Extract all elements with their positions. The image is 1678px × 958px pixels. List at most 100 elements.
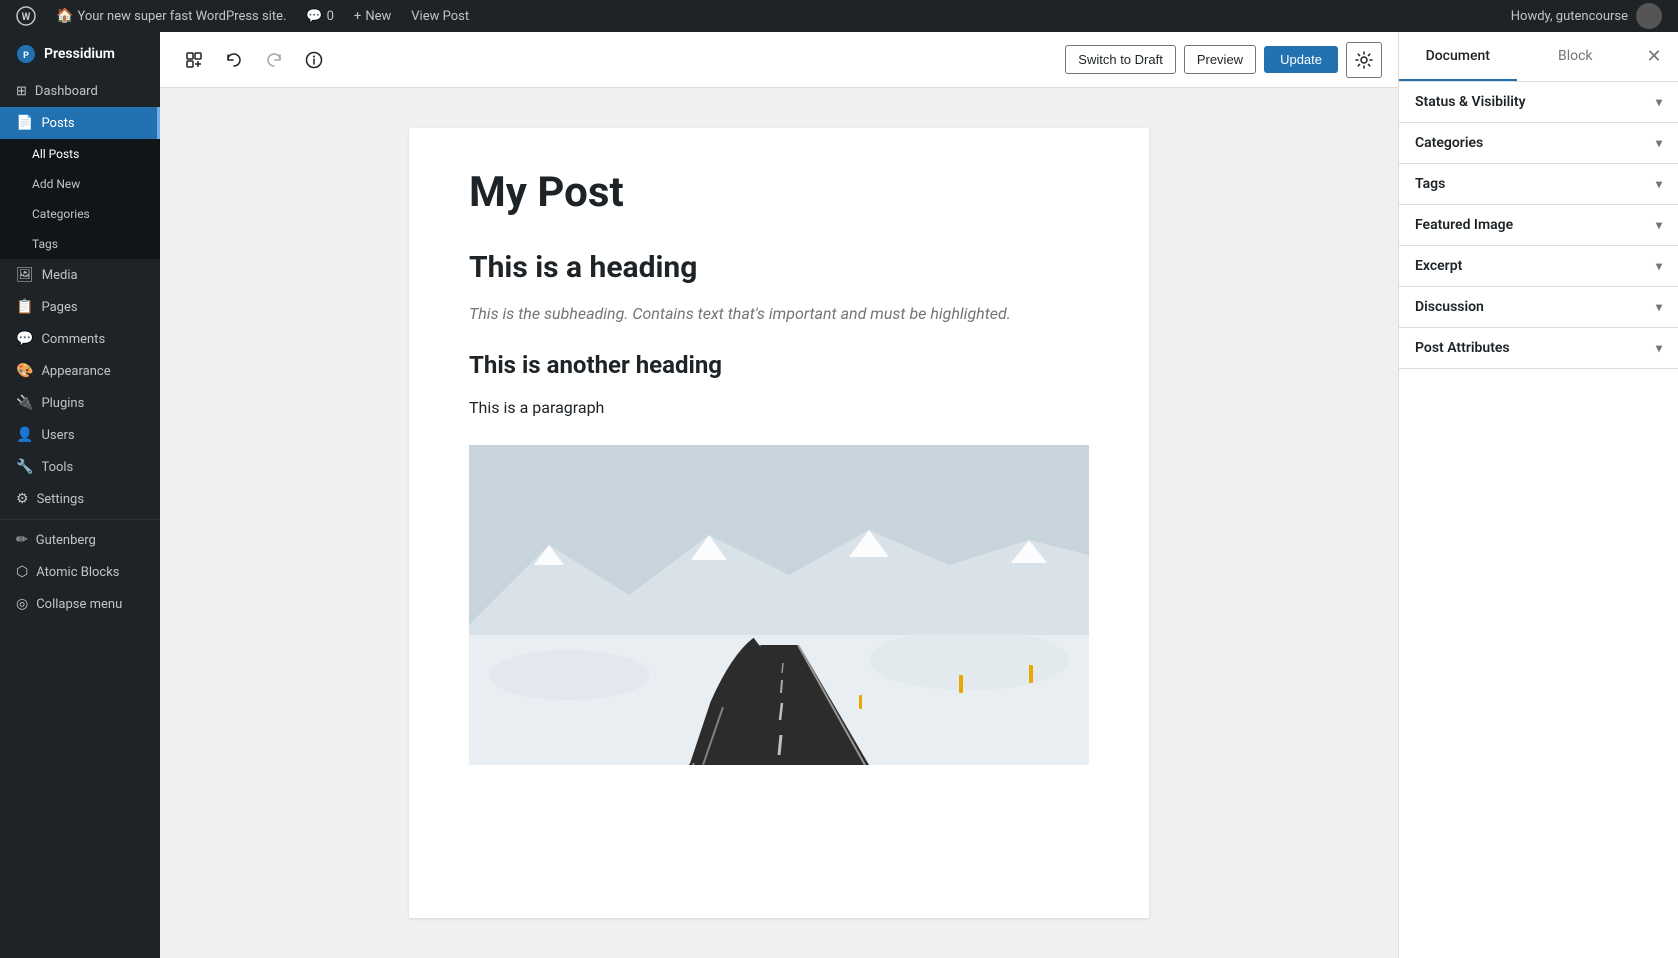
plus-icon: + [354,9,361,24]
sidebar-label-media: Media [42,268,78,283]
comments-count: 0 [327,9,334,24]
sidebar-site-name: Pressidium [44,46,115,62]
section-categories: Categories ▾ [1399,123,1678,164]
sidebar-label-add-new: Add New [32,177,80,191]
sidebar-label-appearance: Appearance [41,364,110,379]
post-attributes-label: Post Attributes [1415,340,1510,356]
post-attributes-chevron: ▾ [1656,341,1662,355]
tab-block[interactable]: Block [1517,32,1635,81]
settings-button[interactable] [1346,42,1382,78]
excerpt-chevron: ▾ [1656,259,1662,273]
update-button[interactable]: Update [1264,46,1338,73]
sidebar-item-tags[interactable]: Tags [0,229,160,259]
sidebar-item-settings[interactable]: ⚙ Settings [0,483,160,515]
post-heading-1[interactable]: This is a heading [469,250,1089,285]
excerpt-header[interactable]: Excerpt ▾ [1399,246,1678,286]
redo-button[interactable] [256,42,292,78]
tab-document[interactable]: Document [1399,32,1517,81]
section-discussion: Discussion ▾ [1399,287,1678,328]
sidebar-label-pages: Pages [41,300,77,315]
wordpress-logo-icon: W [16,6,36,26]
editor-content: My Post This is a heading This is the su… [160,88,1398,958]
appearance-icon: 🎨 [16,363,33,379]
sidebar-item-tools[interactable]: 🔧 Tools [0,451,160,483]
discussion-header[interactable]: Discussion ▾ [1399,287,1678,327]
sidebar-item-pages[interactable]: 📋 Pages [0,291,160,323]
preview-button[interactable]: Preview [1184,45,1256,74]
tags-header[interactable]: Tags ▾ [1399,164,1678,204]
toolbar-left [176,42,1057,78]
discussion-chevron: ▾ [1656,300,1662,314]
undo-icon [225,51,243,69]
sidebar-item-categories[interactable]: Categories [0,199,160,229]
undo-button[interactable] [216,42,252,78]
plugins-icon: 🔌 [16,395,33,411]
sidebar-item-all-posts[interactable]: All Posts [0,139,160,169]
comments-link[interactable]: 💬 0 [298,0,342,32]
sidebar-item-comments[interactable]: 💬 Comments [0,323,160,355]
status-visibility-chevron: ▾ [1656,95,1662,109]
post-paragraph[interactable]: This is a paragraph [469,395,1089,421]
sidebar-item-users[interactable]: 👤 Users [0,419,160,451]
status-visibility-header[interactable]: Status & Visibility ▾ [1399,82,1678,122]
gutenberg-icon: ✏ [16,532,28,548]
sidebar-label-atomic-blocks: Atomic Blocks [36,565,119,580]
redo-icon [265,51,283,69]
discussion-label: Discussion [1415,299,1484,315]
post-title[interactable]: My Post [469,168,1089,218]
sidebar-label-gutenberg: Gutenberg [36,533,96,548]
road-image-svg [469,445,1089,765]
post-content[interactable]: My Post This is a heading This is the su… [409,128,1149,918]
sidebar-label-categories: Categories [32,207,90,221]
new-link[interactable]: + New [346,0,399,32]
editor-area: Switch to Draft Preview Update My Post T… [160,32,1398,958]
categories-label: Categories [1415,135,1483,151]
tags-chevron: ▾ [1656,177,1662,191]
sidebar-item-add-new[interactable]: Add New [0,169,160,199]
sidebar-item-gutenberg[interactable]: ✏ Gutenberg [0,524,160,556]
view-post-link[interactable]: View Post [403,0,477,32]
sidebar-item-atomic-blocks[interactable]: ⬡ Atomic Blocks [0,556,160,588]
sidebar-label-comments: Comments [41,332,105,347]
post-subheading[interactable]: This is the subheading. Contains text th… [469,301,1089,327]
howdy-text: Howdy, gutencourse [1511,9,1628,24]
site-name-link[interactable]: 🏠 Your new super fast WordPress site. [48,0,294,32]
media-icon: 🖼 [16,267,34,283]
info-button[interactable] [296,42,332,78]
toolbar-right: Switch to Draft Preview Update [1065,42,1382,78]
comments-icon: 💬 [16,331,33,347]
sidebar-label-settings: Settings [37,492,84,507]
sidebar-item-media[interactable]: 🖼 Media [0,259,160,291]
site-name-text: Your new super fast WordPress site. [77,9,286,24]
settings-icon: ⚙ [16,491,29,507]
categories-chevron: ▾ [1656,136,1662,150]
users-icon: 👤 [16,427,33,443]
wp-logo-link[interactable]: W [8,0,44,32]
sidebar-item-posts[interactable]: 📄 Posts [0,107,160,139]
categories-header[interactable]: Categories ▾ [1399,123,1678,163]
sidebar-item-plugins[interactable]: 🔌 Plugins [0,387,160,419]
atomic-blocks-icon: ⬡ [16,564,28,580]
pressidium-logo-icon: P [16,44,36,64]
sidebar-label-all-posts: All Posts [32,147,79,161]
sidebar-label-plugins: Plugins [41,396,84,411]
post-attributes-header[interactable]: Post Attributes ▾ [1399,328,1678,368]
close-panel-button[interactable]: ✕ [1634,37,1674,77]
new-label: New [365,9,391,24]
switch-to-draft-button[interactable]: Switch to Draft [1065,45,1176,74]
sidebar-item-collapse[interactable]: ◎ Collapse menu [0,588,160,620]
sidebar-item-dashboard[interactable]: ⊞ Dashboard [0,76,160,107]
tags-label: Tags [1415,176,1445,192]
section-featured-image: Featured Image ▾ [1399,205,1678,246]
sidebar-item-appearance[interactable]: 🎨 Appearance [0,355,160,387]
post-heading-2[interactable]: This is another heading [469,351,1089,379]
section-excerpt: Excerpt ▾ [1399,246,1678,287]
section-tags: Tags ▾ [1399,164,1678,205]
site-icon: 🏠 [56,8,73,24]
sidebar-logo[interactable]: P Pressidium [0,32,160,76]
featured-image-header[interactable]: Featured Image ▾ [1399,205,1678,245]
info-icon [305,51,323,69]
excerpt-label: Excerpt [1415,258,1462,274]
add-block-button[interactable] [176,42,212,78]
collapse-icon: ◎ [16,596,28,612]
